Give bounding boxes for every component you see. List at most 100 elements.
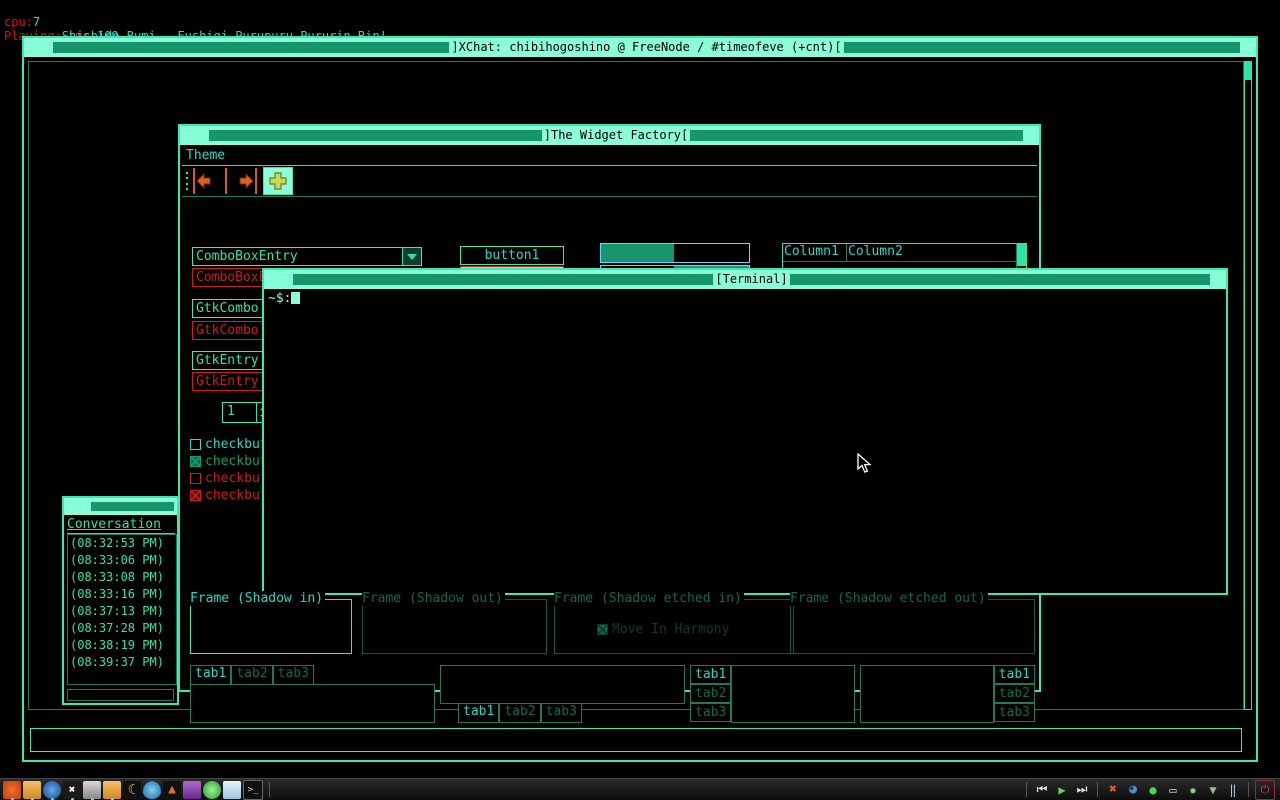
vlc-cone-icon[interactable]: ▲ bbox=[163, 780, 181, 799]
button-1-label[interactable]: button1 bbox=[460, 246, 564, 265]
tab-1[interactable]: tab1 bbox=[993, 665, 1035, 684]
column-header-2[interactable]: Column2 bbox=[847, 244, 1026, 261]
checkbox-icon[interactable] bbox=[190, 456, 201, 467]
list-item[interactable]: (08:33:16 PM) bbox=[70, 586, 176, 603]
add-toolbutton[interactable] bbox=[263, 167, 293, 195]
terminal-maximize-button[interactable] bbox=[279, 274, 290, 285]
list-item[interactable]: (08:38:19 PM) bbox=[70, 637, 176, 654]
tab-3[interactable]: tab3 bbox=[272, 665, 314, 684]
terminal-window[interactable]: [Terminal] ~$: bbox=[262, 268, 1228, 595]
widget-factory-titlebar[interactable]: ]The Widget Factory[ bbox=[180, 126, 1039, 145]
column-list-header[interactable]: Column1 Column2 bbox=[783, 244, 1026, 262]
notebook-right-tablist[interactable]: tab1 tab2 tab3 bbox=[993, 665, 1035, 723]
list-item[interactable]: (08:39:37 PM) bbox=[70, 654, 176, 671]
terminal-titlebar[interactable]: [Terminal] bbox=[264, 270, 1226, 289]
tab-2[interactable]: tab2 bbox=[993, 684, 1035, 703]
bluetooth-icon[interactable]: ✹ bbox=[1184, 781, 1202, 799]
widget-factory-maximize-button[interactable] bbox=[195, 130, 206, 141]
xchat-input-field[interactable] bbox=[30, 728, 1242, 752]
web-browser-icon[interactable] bbox=[43, 780, 61, 800]
combobox-entry-1[interactable]: ComboBoxEntry bbox=[192, 247, 422, 266]
notebook-top-tablist[interactable]: tab1 tab2 tab3 bbox=[190, 665, 435, 684]
pidgin-icon[interactable]: ✖ bbox=[63, 780, 81, 800]
conversation-timestamp-list[interactable]: (08:32:53 PM) (08:33:06 PM) (08:33:08 PM… bbox=[67, 534, 177, 685]
conversation-input-area[interactable] bbox=[67, 689, 174, 701]
combobox-entry-1-text[interactable]: ComboBoxEntry bbox=[193, 248, 402, 265]
terminal-close-button[interactable] bbox=[1213, 274, 1225, 285]
notebook-bottom-tablist[interactable]: tab1 tab2 tab3 bbox=[440, 704, 685, 723]
water-drop-icon[interactable] bbox=[143, 780, 161, 799]
toolbar-grip-handle[interactable] bbox=[184, 170, 190, 192]
notebook-tabs-left[interactable]: tab1 tab2 tab3 bbox=[690, 665, 855, 723]
battery-icon[interactable]: ▭ bbox=[1164, 781, 1182, 799]
list-item[interactable]: (08:37:28 PM) bbox=[70, 620, 176, 637]
list-item[interactable]: (08:33:08 PM) bbox=[70, 569, 176, 586]
widget-factory-minimize-button[interactable] bbox=[182, 130, 193, 141]
taskbar[interactable]: ✖ ☾ ▲ >_ ⏮ ▶ ⏭ ✖ ◕ ● ▭ ✹ ▼ ‖ ⏻ bbox=[0, 778, 1280, 800]
tab-1[interactable]: tab1 bbox=[690, 665, 732, 684]
button-1[interactable]: button1 bbox=[460, 246, 564, 265]
tab-2[interactable]: tab2 bbox=[231, 665, 273, 684]
notebook-left-tablist[interactable]: tab1 tab2 tab3 bbox=[690, 665, 732, 723]
green-orb-icon[interactable] bbox=[203, 780, 221, 799]
terminal-body[interactable]: ~$: bbox=[266, 291, 1224, 591]
menu-item-theme[interactable]: Theme bbox=[186, 148, 225, 163]
display-icon[interactable] bbox=[183, 780, 201, 799]
conversation-minimize-button[interactable] bbox=[66, 501, 76, 512]
file-manager-icon[interactable] bbox=[23, 780, 41, 800]
terminal-prompt-line[interactable]: ~$: bbox=[266, 291, 1224, 306]
volume-icon[interactable]: ‖ bbox=[1224, 781, 1242, 799]
conversation-window[interactable]: Conversation (08:32:53 PM) (08:33:06 PM)… bbox=[62, 496, 179, 705]
pidgin-tray-icon[interactable]: ✖ bbox=[1104, 781, 1122, 799]
ubuntu-logo-icon[interactable] bbox=[3, 780, 21, 800]
network-wireless-icon[interactable]: ▼ bbox=[1204, 781, 1222, 799]
xchat-scrollbar[interactable] bbox=[1244, 61, 1252, 710]
messaging-tray-icon[interactable]: ◕ bbox=[1124, 781, 1142, 799]
conversation-menu-label[interactable]: Conversation bbox=[67, 516, 175, 534]
back-forward-toolbutton[interactable] bbox=[193, 168, 227, 194]
next-track-button[interactable]: ⏭ bbox=[1073, 781, 1091, 799]
tab-3[interactable]: tab3 bbox=[540, 704, 582, 723]
taskbar-launchers[interactable]: ✖ ☾ ▲ >_ bbox=[0, 779, 275, 800]
checkbox-icon[interactable] bbox=[190, 473, 201, 484]
xchat-close-button[interactable] bbox=[1243, 42, 1254, 53]
forward-toolbutton[interactable] bbox=[225, 168, 257, 194]
xchat-titlebar[interactable]: ]XChat: chibihogoshino @ FreeNode / #tim… bbox=[24, 38, 1256, 57]
column-header-1[interactable]: Column1 bbox=[783, 244, 847, 261]
list-item[interactable]: (08:33:06 PM) bbox=[70, 552, 176, 569]
checkbox-icon[interactable] bbox=[190, 490, 201, 501]
list-item[interactable]: (08:32:53 PM) bbox=[70, 535, 176, 552]
notebook-tabs-bottom[interactable]: tab1 tab2 tab3 bbox=[440, 665, 685, 723]
tab-3[interactable]: tab3 bbox=[690, 703, 732, 722]
previous-track-button[interactable]: ⏮ bbox=[1033, 781, 1051, 799]
widget-factory-menubar[interactable]: Theme bbox=[182, 147, 1037, 166]
window-icon[interactable] bbox=[223, 780, 241, 799]
widget-factory-close-button[interactable] bbox=[1026, 130, 1038, 141]
folder-icon[interactable] bbox=[103, 780, 121, 800]
terminal-icon[interactable]: >_ bbox=[243, 779, 263, 800]
spinbutton-1-value[interactable]: 1 bbox=[223, 403, 256, 422]
power-button[interactable]: ⏻ bbox=[1255, 779, 1275, 800]
xchat-scrollbar-thumb[interactable] bbox=[1245, 62, 1251, 80]
tab-3[interactable]: tab3 bbox=[993, 703, 1035, 722]
tab-2[interactable]: tab2 bbox=[499, 704, 541, 723]
moon-icon[interactable]: ☾ bbox=[123, 780, 141, 799]
notebook-tabs-top[interactable]: tab1 tab2 tab3 bbox=[190, 665, 435, 723]
xchat-minimize-button[interactable] bbox=[26, 42, 37, 53]
music-player-icon[interactable] bbox=[83, 780, 101, 800]
taskbar-tray[interactable]: ⏮ ▶ ⏭ ✖ ◕ ● ▭ ✹ ▼ ‖ ⏻ bbox=[1021, 779, 1280, 800]
conversation-maximize-button[interactable] bbox=[78, 501, 88, 512]
play-button[interactable]: ▶ bbox=[1053, 781, 1071, 799]
tab-2[interactable]: tab2 bbox=[690, 684, 732, 703]
checkbox-icon[interactable] bbox=[190, 439, 201, 450]
status-online-icon[interactable]: ● bbox=[1144, 781, 1162, 799]
tab-1[interactable]: tab1 bbox=[190, 665, 232, 684]
xchat-maximize-button[interactable] bbox=[39, 42, 50, 53]
scrollbar-thumb[interactable] bbox=[1017, 244, 1026, 266]
terminal-minimize-button[interactable] bbox=[266, 274, 277, 285]
tab-1[interactable]: tab1 bbox=[458, 704, 500, 723]
list-item[interactable]: (08:37:13 PM) bbox=[70, 603, 176, 620]
chevron-down-icon[interactable] bbox=[402, 248, 421, 265]
conversation-titlebar[interactable] bbox=[64, 498, 177, 515]
notebook-tabs-right[interactable]: tab1 tab2 tab3 bbox=[860, 665, 1035, 723]
